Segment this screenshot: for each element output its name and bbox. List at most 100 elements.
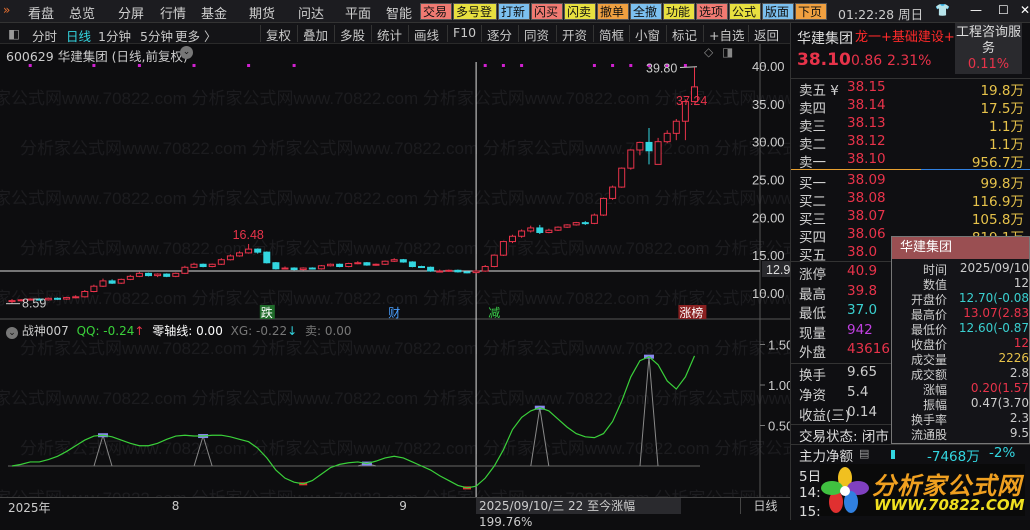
toolbar-button-6[interactable]: 逐分: [481, 25, 512, 43]
quick-button-4[interactable]: 闪卖: [564, 3, 596, 20]
popup-row: 成交额 2.8: [892, 366, 1030, 382]
diamond-icon[interactable]: ◇: [704, 45, 713, 59]
sidebar-toggle-icon[interactable]: ◧: [8, 26, 20, 41]
quick-button-6[interactable]: 全撤: [630, 3, 662, 20]
toolbar-button-13[interactable]: 返回: [748, 25, 779, 43]
chevron-down-icon[interactable]: ⌄: [180, 46, 193, 59]
tab-period-4[interactable]: 更多 〉: [175, 26, 216, 45]
tab-period-3[interactable]: 5分钟: [140, 26, 173, 45]
menu-4[interactable]: 基金: [201, 3, 227, 22]
menu-3[interactable]: 行情: [160, 3, 186, 22]
popup-value: 0.47(3.70: [970, 396, 1029, 410]
toolbar-button-7[interactable]: 同资: [518, 25, 549, 43]
candle-body: [381, 260, 389, 265]
candle-body: [90, 285, 98, 292]
quick-button-10[interactable]: 版面: [762, 3, 794, 20]
candle-body: [536, 227, 544, 233]
toolbar-button-5[interactable]: F10: [447, 25, 476, 42]
popup-value: 13.07(2.83: [963, 306, 1029, 320]
menu-1[interactable]: 总览: [69, 3, 95, 22]
toolbar-button-3[interactable]: 统计: [371, 25, 402, 43]
candle-body: [518, 230, 526, 237]
row-volume: 105.8万: [971, 212, 1024, 228]
candle-body: [408, 261, 416, 268]
expand-icon[interactable]: »: [3, 3, 10, 17]
candle-body: [463, 271, 471, 274]
menu-5[interactable]: 期货: [249, 3, 275, 22]
concept-pct: 0.11%: [967, 57, 1010, 72]
quick-button-3[interactable]: 闪买: [531, 3, 563, 20]
menu-2[interactable]: 分屏: [118, 3, 144, 22]
quick-button-11[interactable]: 下页: [795, 3, 827, 20]
minimize-icon[interactable]: —: [970, 3, 982, 17]
row-price: 5.4: [847, 384, 869, 400]
popup-value: 2.3: [1009, 411, 1029, 425]
candle-body: [327, 263, 334, 267]
toolbar-button-9[interactable]: 简框: [593, 25, 624, 43]
quick-button-8[interactable]: 选项: [696, 3, 728, 20]
toolbar-button-12[interactable]: +自选: [703, 25, 744, 43]
popup-key: 流通股: [910, 428, 947, 442]
chevron-down-icon[interactable]: ⌄: [6, 327, 18, 339]
toolbar-button-8[interactable]: 开资: [556, 25, 587, 43]
quick-button-9[interactable]: 公式: [729, 3, 761, 20]
shirt-icon[interactable]: 👕: [935, 3, 950, 17]
site-logo: 分析家公式网 WWW.70822.COM: [820, 464, 1025, 516]
candle-body: [399, 259, 407, 263]
concept-name: 工程咨询服务: [955, 25, 1021, 56]
zero-axis-value: 零轴线: 0.00: [152, 324, 223, 338]
toolbar-button-1[interactable]: 叠加: [297, 25, 328, 43]
kline-chart[interactable]: 分析家公式网www.70822.com 分析家公式网www.70822.com …: [0, 44, 941, 508]
candle-body: [581, 222, 589, 225]
candle-body: [99, 280, 107, 287]
watermark: 分析家公式网www.70822.com 分析家公式网www.70822.com …: [0, 489, 790, 497]
maximize-icon[interactable]: ☐: [998, 3, 1009, 17]
cursor-price-label: 12.91: [766, 263, 790, 277]
quick-button-0[interactable]: 交易: [420, 3, 452, 20]
menu-8[interactable]: 智能: [386, 3, 412, 22]
stock-name: 华建集团: [797, 31, 853, 47]
candle-body: [236, 252, 243, 257]
quick-button-7[interactable]: 功能: [663, 3, 695, 20]
tab-period-2[interactable]: 1分钟: [98, 26, 131, 45]
toolbar-button-11[interactable]: 标记: [666, 25, 697, 43]
menu-0[interactable]: 看盘: [28, 3, 54, 22]
period-label[interactable]: 日线: [740, 498, 790, 514]
candle-info-popup: 华建集团 时间 2025/09/10 数值 12 开盘价 12.70(-0.08 最高价 13…: [891, 236, 1030, 444]
row-label: 外盘: [799, 345, 826, 361]
close-icon[interactable]: ✕: [1020, 3, 1030, 17]
signal-dot: [520, 64, 524, 67]
popup-row: 数值 12: [892, 276, 1030, 292]
menu-7[interactable]: 平面: [345, 3, 371, 22]
candle-body: [436, 270, 444, 273]
popup-value: 0.20(1.57: [970, 381, 1029, 395]
tab-period-1[interactable]: 日线: [66, 26, 91, 45]
price-tick-label: 10.00: [752, 286, 785, 301]
quick-button-2[interactable]: 打新: [498, 3, 530, 20]
concept-box[interactable]: 工程咨询服务 0.11%: [955, 23, 1022, 74]
row-label: 现量: [799, 325, 826, 342]
toolbar-button-2[interactable]: 多股: [334, 25, 365, 43]
toolbar-button-0[interactable]: 复权: [260, 25, 291, 43]
chart-canvas[interactable]: 分析家公式网www.70822.com 分析家公式网www.70822.com …: [0, 44, 941, 508]
quick-button-1[interactable]: 多号登: [453, 3, 497, 20]
candle-body: [245, 248, 253, 254]
trade-status: 交易状态: 闭市: [799, 429, 889, 445]
qq-value: QQ: -0.24: [76, 324, 135, 338]
panel-toggle-icon[interactable]: ◨: [722, 45, 733, 59]
row-label: 净资: [799, 388, 826, 404]
toolbar-button-10[interactable]: 小窗: [629, 25, 660, 43]
signal-label: 涨榜: [679, 305, 703, 320]
list-icon[interactable]: ▤: [859, 447, 869, 460]
flower-logo-icon: [821, 467, 869, 513]
toolbar-button-4[interactable]: 画线: [408, 25, 439, 43]
main-net-value: -7468万: [927, 449, 980, 465]
signal-dot: [292, 64, 296, 67]
row-label: 收益(三): [799, 408, 851, 424]
candle-body: [281, 267, 289, 270]
quick-button-5[interactable]: 撤单: [597, 3, 629, 20]
tab-period-0[interactable]: 分时: [32, 26, 57, 45]
menu-6[interactable]: 问达: [298, 3, 324, 22]
candle-body: [363, 262, 371, 266]
indicator-tick-label: 1.00: [768, 378, 790, 393]
